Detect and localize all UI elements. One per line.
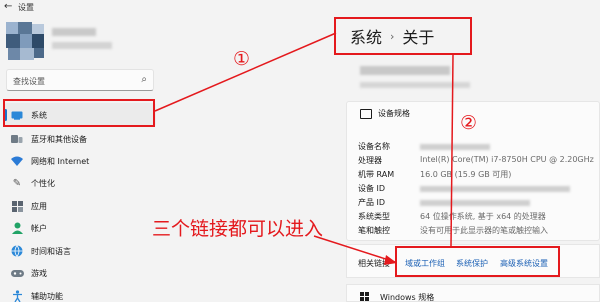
spec-key: 系统类型 <box>358 212 390 221</box>
breadcrumb: 系统 › 关于 <box>334 17 472 55</box>
annotation-highlight-system <box>3 99 155 127</box>
windows-spec-title: Windows 规格 <box>380 293 435 302</box>
sidebar-item-label: 网络和 Internet <box>31 156 90 166</box>
sidebar-item-label: 蓝牙和其他设备 <box>31 134 87 144</box>
spec-row-device-id: 设备 ID <box>358 183 600 195</box>
account-icon <box>10 221 24 235</box>
spec-row-product-id: 产品 ID <box>358 197 600 209</box>
windows-logo-icon <box>360 292 370 302</box>
spec-key: 笔和触控 <box>358 226 390 235</box>
sidebar-item-label: 时间和语言 <box>31 246 71 256</box>
window-title: 设置 <box>18 3 34 12</box>
sidebar-item-personalization[interactable]: ✎ 个性化 <box>4 171 156 195</box>
spec-value: Intel(R) Core(TM) i7-8750H CPU @ 2.20GHz <box>420 155 594 164</box>
sidebar-item-bluetooth[interactable]: 蓝牙和其他设备 <box>4 127 156 151</box>
sidebar-item-accessibility[interactable]: 辅助功能 <box>4 284 156 302</box>
device-model-redacted <box>360 82 470 88</box>
spec-row-system-type: 系统类型 64 位操作系统, 基于 x64 的处理器 <box>358 211 600 223</box>
spec-value: 没有可用于此显示器的笔或触控输入 <box>420 226 548 235</box>
monitor-icon <box>360 108 372 119</box>
annotation-number-1: ① <box>233 48 251 70</box>
search-input[interactable]: 查找设置 ⌕ <box>6 69 154 91</box>
search-placeholder: 查找设置 <box>13 77 45 86</box>
wifi-icon <box>10 154 24 168</box>
related-links-label: 相关链接 <box>358 259 390 268</box>
globe-icon <box>10 244 24 258</box>
annotation-number-2: ② <box>460 112 478 134</box>
user-email-redacted <box>52 42 112 49</box>
search-icon[interactable]: ⌕ <box>141 74 147 85</box>
spec-key: 处理器 <box>358 156 382 165</box>
spec-key: 设备名称 <box>358 142 390 151</box>
sidebar-item-label: 游戏 <box>31 268 47 278</box>
spec-row-pen-touch: 笔和触控 没有可用于此显示器的笔或触控输入 <box>358 225 600 237</box>
spec-row-processor: 处理器 Intel(R) Core(TM) i7-8750H CPU @ 2.2… <box>358 155 600 167</box>
spec-value: 16.0 GB (15.9 GB 可用) <box>420 170 512 179</box>
accessibility-icon <box>10 289 24 302</box>
breadcrumb-separator: › <box>390 29 395 43</box>
annotation-note: 三个链接都可以进入 <box>152 218 324 240</box>
back-arrow-icon[interactable]: ← <box>4 1 12 12</box>
spec-value: 64 位操作系统, 基于 x64 的处理器 <box>420 212 546 221</box>
spec-key: 机带 RAM <box>358 170 395 179</box>
spec-value-redacted <box>420 200 530 206</box>
breadcrumb-current: 关于 <box>402 28 435 47</box>
sidebar-item-apps[interactable]: 应用 <box>4 194 156 218</box>
sidebar-item-label: 帐户 <box>31 223 47 233</box>
brush-icon: ✎ <box>12 177 22 189</box>
sidebar-item-accounts[interactable]: 帐户 <box>4 216 156 240</box>
sidebar-item-label: 应用 <box>31 201 47 211</box>
annotation-highlight-links <box>395 246 560 277</box>
apps-icon <box>10 199 24 213</box>
spec-row-ram: 机带 RAM 16.0 GB (15.9 GB 可用) <box>358 169 600 181</box>
spec-value-redacted <box>420 144 490 150</box>
title-bar: ← 设置 <box>0 0 600 14</box>
device-name-redacted <box>360 66 450 75</box>
sidebar-item-time-language[interactable]: 时间和语言 <box>4 239 156 263</box>
device-specs-title: 设备规格 <box>378 109 410 118</box>
bluetooth-icon <box>10 132 24 146</box>
sidebar-item-label: 个性化 <box>31 178 55 188</box>
gamepad-icon <box>10 266 24 280</box>
spec-key: 产品 ID <box>358 198 386 207</box>
spec-key: 设备 ID <box>358 184 386 193</box>
sidebar-item-gaming[interactable]: 游戏 <box>4 261 156 285</box>
spec-value-redacted <box>420 186 570 192</box>
user-avatar[interactable] <box>6 22 44 60</box>
device-specs-header[interactable]: 设备规格 <box>360 108 410 119</box>
user-name-redacted <box>52 28 96 36</box>
sidebar-item-label: 辅助功能 <box>31 291 63 301</box>
breadcrumb-parent[interactable]: 系统 <box>350 24 382 48</box>
spec-row-device-name: 设备名称 <box>358 141 600 153</box>
sidebar-item-network[interactable]: 网络和 Internet <box>4 149 156 173</box>
